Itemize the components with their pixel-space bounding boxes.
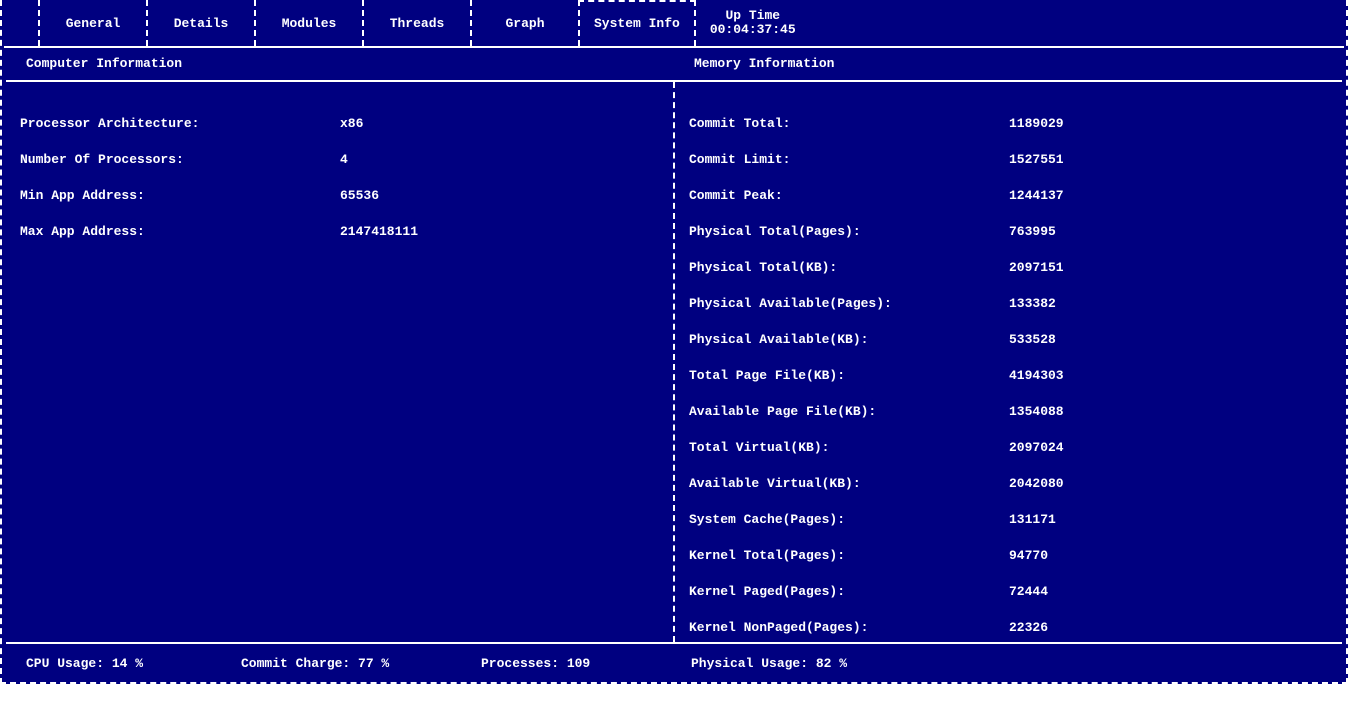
value-physical-total-pages: 763995 (1009, 214, 1056, 250)
tab-threads[interactable]: Threads (362, 0, 472, 46)
value-physical-available-pages: 133382 (1009, 286, 1056, 322)
row-kernel-total: Kernel Total(Pages): 94770 (689, 538, 1328, 574)
memory-info-panel: Commit Total: 1189029 Commit Limit: 1527… (675, 82, 1342, 642)
memory-info-header: Memory Information (674, 48, 1342, 80)
value-total-page-file: 4194303 (1009, 358, 1064, 394)
value-system-cache: 131171 (1009, 502, 1056, 538)
status-commit-charge: Commit Charge: 77 % (221, 656, 461, 671)
app-window: General Details Modules Threads Graph Sy… (0, 0, 1348, 684)
label-min-app-address: Min App Address: (20, 178, 340, 214)
status-physical-usage: Physical Usage: 82 % (671, 656, 847, 671)
label-kernel-nonpaged: Kernel NonPaged(Pages): (689, 610, 1009, 646)
row-min-app-address: Min App Address: 65536 (20, 178, 659, 214)
row-kernel-paged: Kernel Paged(Pages): 72444 (689, 574, 1328, 610)
row-kernel-nonpaged: Kernel NonPaged(Pages): 22326 (689, 610, 1328, 646)
uptime-value: 00:04:37:45 (710, 23, 796, 37)
computer-info-header: Computer Information (6, 48, 674, 80)
row-available-virtual: Available Virtual(KB): 2042080 (689, 466, 1328, 502)
value-kernel-paged: 72444 (1009, 574, 1048, 610)
value-commit-peak: 1244137 (1009, 178, 1064, 214)
row-physical-total-kb: Physical Total(KB): 2097151 (689, 250, 1328, 286)
row-commit-limit: Commit Limit: 1527551 (689, 142, 1328, 178)
row-total-page-file: Total Page File(KB): 4194303 (689, 358, 1328, 394)
label-processor-architecture: Processor Architecture: (20, 106, 340, 142)
label-commit-peak: Commit Peak: (689, 178, 1009, 214)
value-min-app-address: 65536 (340, 178, 379, 214)
row-system-cache: System Cache(Pages): 131171 (689, 502, 1328, 538)
value-physical-available-kb: 533528 (1009, 322, 1056, 358)
value-available-virtual: 2042080 (1009, 466, 1064, 502)
row-commit-peak: Commit Peak: 1244137 (689, 178, 1328, 214)
value-max-app-address: 2147418111 (340, 214, 418, 250)
label-physical-total-pages: Physical Total(Pages): (689, 214, 1009, 250)
row-available-page-file: Available Page File(KB): 1354088 (689, 394, 1328, 430)
value-physical-total-kb: 2097151 (1009, 250, 1064, 286)
label-available-virtual: Available Virtual(KB): (689, 466, 1009, 502)
row-physical-total-pages: Physical Total(Pages): 763995 (689, 214, 1328, 250)
label-kernel-paged: Kernel Paged(Pages): (689, 574, 1009, 610)
computer-info-panel: Processor Architecture: x86 Number Of Pr… (6, 82, 673, 642)
value-processor-architecture: x86 (340, 106, 363, 142)
label-commit-total: Commit Total: (689, 106, 1009, 142)
uptime-label: Up Time (725, 9, 780, 23)
tab-modules[interactable]: Modules (254, 0, 364, 46)
label-available-page-file: Available Page File(KB): (689, 394, 1009, 430)
row-physical-available-kb: Physical Available(KB): 533528 (689, 322, 1328, 358)
value-number-of-processors: 4 (340, 142, 348, 178)
tab-uptime[interactable]: Up Time 00:04:37:45 (694, 0, 810, 46)
label-kernel-total: Kernel Total(Pages): (689, 538, 1009, 574)
value-available-page-file: 1354088 (1009, 394, 1064, 430)
row-total-virtual: Total Virtual(KB): 2097024 (689, 430, 1328, 466)
status-cpu-usage: CPU Usage: 14 % (6, 656, 221, 671)
status-bar: CPU Usage: 14 % Commit Charge: 77 % Proc… (6, 644, 1342, 682)
label-commit-limit: Commit Limit: (689, 142, 1009, 178)
row-number-of-processors: Number Of Processors: 4 (20, 142, 659, 178)
row-max-app-address: Max App Address: 2147418111 (20, 214, 659, 250)
tab-general[interactable]: General (38, 0, 148, 46)
value-commit-limit: 1527551 (1009, 142, 1064, 178)
value-commit-total: 1189029 (1009, 106, 1064, 142)
tab-details[interactable]: Details (146, 0, 256, 46)
row-physical-available-pages: Physical Available(Pages): 133382 (689, 286, 1328, 322)
label-max-app-address: Max App Address: (20, 214, 340, 250)
label-physical-available-kb: Physical Available(KB): (689, 322, 1009, 358)
tab-bar: General Details Modules Threads Graph Sy… (2, 0, 1346, 46)
status-processes: Processes: 109 (461, 656, 671, 671)
section-headers: Computer Information Memory Information (6, 48, 1342, 80)
label-physical-available-pages: Physical Available(Pages): (689, 286, 1009, 322)
value-total-virtual: 2097024 (1009, 430, 1064, 466)
tab-graph[interactable]: Graph (470, 0, 580, 46)
value-kernel-total: 94770 (1009, 538, 1048, 574)
label-total-page-file: Total Page File(KB): (689, 358, 1009, 394)
label-physical-total-kb: Physical Total(KB): (689, 250, 1009, 286)
label-total-virtual: Total Virtual(KB): (689, 430, 1009, 466)
row-processor-architecture: Processor Architecture: x86 (20, 106, 659, 142)
label-number-of-processors: Number Of Processors: (20, 142, 340, 178)
row-commit-total: Commit Total: 1189029 (689, 106, 1328, 142)
label-system-cache: System Cache(Pages): (689, 502, 1009, 538)
panels: Processor Architecture: x86 Number Of Pr… (6, 82, 1342, 642)
tab-system-info[interactable]: System Info (578, 0, 696, 46)
value-kernel-nonpaged: 22326 (1009, 610, 1048, 646)
